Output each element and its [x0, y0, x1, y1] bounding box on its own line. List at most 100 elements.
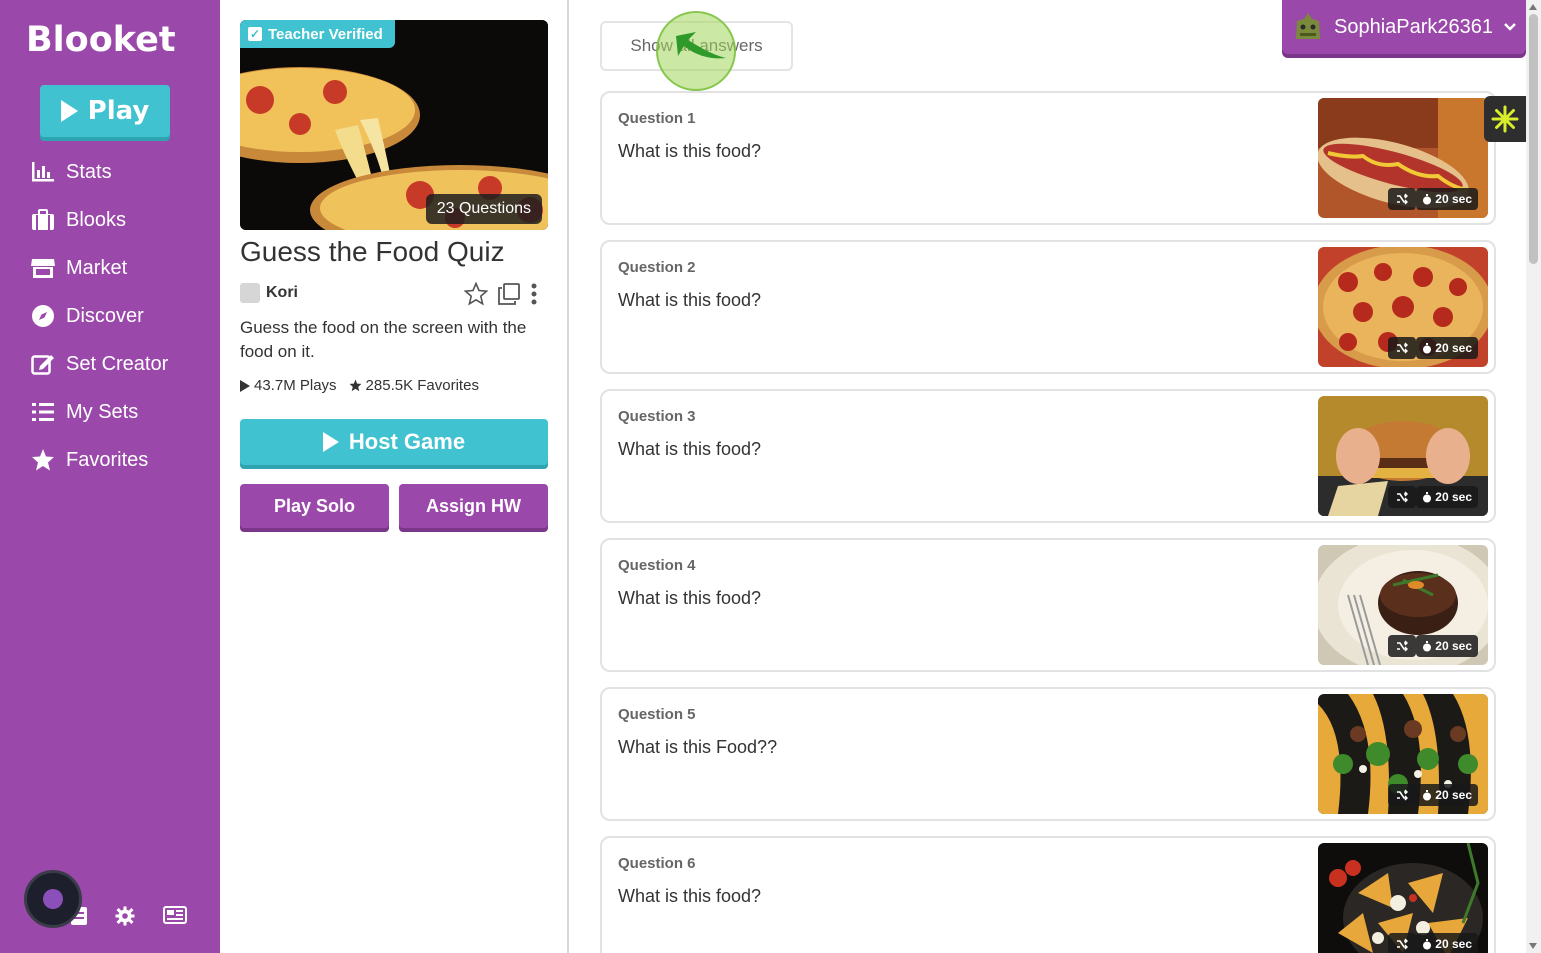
stopwatch-icon	[1423, 193, 1432, 204]
time-limit-value: 20 sec	[1435, 341, 1472, 355]
question-text: What is this food?	[618, 439, 762, 459]
shuffle-icon	[1388, 188, 1416, 210]
scrollbar[interactable]	[1526, 0, 1541, 953]
asterisk-icon	[1491, 105, 1519, 133]
question-card[interactable]: Question 3 What is this food? 20 sec	[600, 389, 1496, 523]
question-image-burger: 20 sec	[1318, 396, 1488, 516]
time-limit-badge: 20 sec	[1416, 784, 1478, 806]
stopwatch-icon	[1423, 938, 1432, 949]
user-blook-avatar	[1296, 13, 1320, 39]
question-text: What is this Food??	[618, 737, 778, 757]
scroll-down-arrow-icon[interactable]	[1529, 943, 1537, 949]
question-number: Question 4	[618, 557, 696, 574]
set-title: Guess the Food Quiz	[240, 236, 505, 267]
cursor-arrow-icon	[676, 32, 726, 59]
checkbox-icon: ✓	[248, 27, 262, 41]
shuffle-icon	[1388, 784, 1416, 806]
stopwatch-icon	[1423, 640, 1432, 651]
sidebar-item-label: Favorites	[66, 448, 149, 471]
time-limit-value: 20 sec	[1435, 192, 1472, 206]
question-card[interactable]: Question 4 What is this food? 20 sec	[600, 538, 1496, 672]
questions-panel: Show all answers Question 1 What is this…	[570, 0, 1530, 953]
plays-count: 43.7M Plays	[254, 377, 337, 394]
question-number: Question 5	[618, 706, 696, 723]
time-limit-badge: 20 sec	[1416, 188, 1478, 210]
play-button[interactable]: Play	[40, 85, 170, 137]
question-card[interactable]: Question 1 What is this food? 20 sec	[600, 91, 1496, 225]
play-solo-button[interactable]: Play Solo	[240, 484, 389, 528]
time-limit-value: 20 sec	[1435, 788, 1472, 802]
time-limit-value: 20 sec	[1435, 937, 1472, 951]
play-icon	[322, 432, 339, 452]
more-options-icon[interactable]	[530, 283, 538, 309]
sidebar-item-my-sets[interactable]: My Sets	[0, 388, 220, 436]
author-avatar	[240, 283, 260, 303]
sidebar-item-label: Blooks	[66, 208, 127, 231]
set-author[interactable]: Kori	[240, 283, 298, 303]
copy-icon[interactable]	[498, 283, 520, 309]
briefcase-icon	[30, 207, 56, 233]
edit-icon	[30, 351, 56, 377]
sidebar-item-market[interactable]: Market	[0, 244, 220, 292]
compass-icon	[30, 303, 56, 329]
stopwatch-icon	[1423, 491, 1432, 502]
question-image-hot-dog: 20 sec	[1318, 98, 1488, 218]
question-card[interactable]: Question 5 What is this Food?? 20 sec	[600, 687, 1496, 821]
set-description: Guess the food on the screen with the fo…	[240, 318, 527, 361]
host-game-button[interactable]: Host Game	[240, 419, 548, 465]
news-icon[interactable]	[163, 906, 187, 928]
time-limit-badge: 20 sec	[1416, 337, 1478, 359]
question-number: Question 2	[618, 259, 696, 276]
sidebar-item-set-creator[interactable]: Set Creator	[0, 340, 220, 388]
app: Blooket Play Stats Blooks Market Discove…	[0, 0, 1541, 953]
play-icon	[60, 100, 78, 122]
favorites-count-icon	[349, 379, 362, 392]
time-limit-badge: 20 sec	[1416, 635, 1478, 657]
extension-button[interactable]	[1484, 96, 1526, 142]
logo[interactable]: Blooket	[26, 20, 176, 60]
user-menu[interactable]: SophiaPark26361	[1282, 0, 1526, 54]
question-card[interactable]: Question 6 What is this food? 20 sec	[600, 836, 1496, 953]
shuffle-icon	[1388, 486, 1416, 508]
shuffle-icon	[1388, 337, 1416, 359]
scroll-thumb[interactable]	[1529, 14, 1538, 264]
stopwatch-icon	[1423, 342, 1432, 353]
assistant-button[interactable]	[24, 870, 82, 928]
sidebar-item-label: Set Creator	[66, 352, 169, 375]
username: SophiaPark26361	[1334, 15, 1494, 38]
question-number: Question 1	[618, 110, 696, 127]
question-image-nachos: 20 sec	[1318, 843, 1488, 953]
question-number: Question 6	[618, 855, 696, 872]
shuffle-icon	[1388, 635, 1416, 657]
sidebar-item-label: Market	[66, 256, 128, 279]
sidebar-item-label: Discover	[66, 304, 144, 327]
sidebar-item-blooks[interactable]: Blooks	[0, 196, 220, 244]
set-info-panel: ✓ Teacher Verified 23 Questions Guess th…	[220, 0, 569, 953]
gear-icon[interactable]	[115, 906, 135, 930]
sidebar-item-stats[interactable]: Stats	[0, 148, 220, 196]
set-cover-image: ✓ Teacher Verified 23 Questions	[240, 20, 548, 230]
scroll-up-arrow-icon[interactable]	[1529, 4, 1537, 10]
favorite-star-icon[interactable]	[463, 281, 489, 310]
bar-chart-icon	[30, 159, 56, 185]
question-card[interactable]: Question 2 What is this food? 20 sec	[600, 240, 1496, 374]
teacher-verified-badge: ✓ Teacher Verified	[240, 20, 395, 48]
time-limit-badge: 20 sec	[1416, 486, 1478, 508]
sidebar-item-favorites[interactable]: Favorites	[0, 436, 220, 484]
favorites-count: 285.5K Favorites	[365, 377, 479, 394]
set-actions	[463, 281, 538, 310]
plays-stat: 43.7M Plays	[240, 377, 337, 394]
question-number: Question 3	[618, 408, 696, 425]
shuffle-icon	[1388, 933, 1416, 953]
time-limit-value: 20 sec	[1435, 639, 1472, 653]
chevron-down-icon	[1504, 23, 1516, 31]
list-icon	[30, 399, 56, 425]
question-image-pizza: 20 sec	[1318, 247, 1488, 367]
sidebar-item-label: Stats	[66, 160, 112, 183]
play-label: Play	[87, 96, 150, 126]
assign-hw-button[interactable]: Assign HW	[399, 484, 548, 528]
sidebar-item-discover[interactable]: Discover	[0, 292, 220, 340]
sidebar: Blooket Play Stats Blooks Market Discove…	[0, 0, 220, 953]
star-icon	[30, 447, 56, 473]
sidebar-footer	[0, 870, 220, 930]
